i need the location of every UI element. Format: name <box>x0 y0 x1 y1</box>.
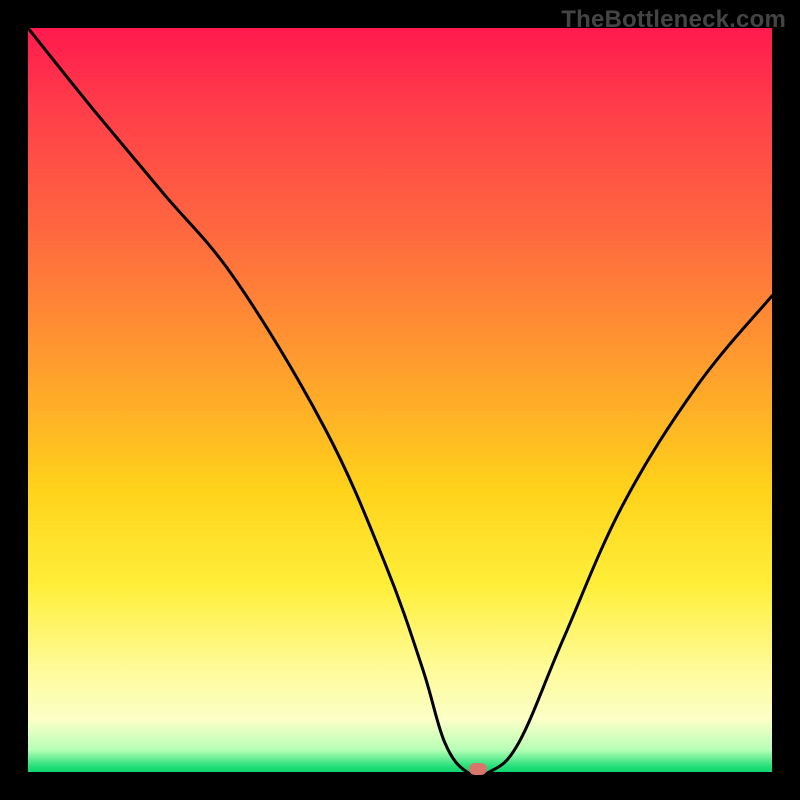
bottleneck-curve <box>28 28 772 772</box>
chart-frame: TheBottleneck.com <box>0 0 800 800</box>
curve-path <box>28 28 772 772</box>
watermark-text: TheBottleneck.com <box>561 6 786 34</box>
plot-area <box>28 28 772 772</box>
optimal-point-marker <box>469 763 487 775</box>
